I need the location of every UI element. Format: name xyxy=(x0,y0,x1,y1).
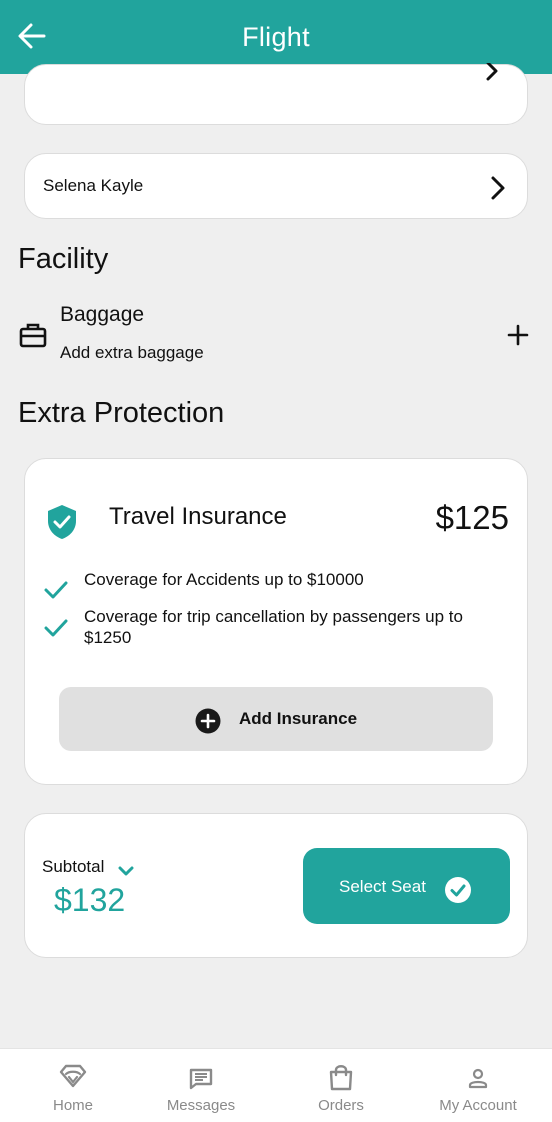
nav-account-label: My Account xyxy=(439,1097,517,1114)
nav-messages[interactable]: Messages xyxy=(146,1049,256,1122)
nav-home[interactable]: Home xyxy=(18,1049,128,1122)
chevron-right-icon xyxy=(491,176,505,200)
previous-card[interactable] xyxy=(24,63,528,125)
coverage-text: Coverage for trip cancellation by passen… xyxy=(84,607,463,647)
check-icon xyxy=(44,581,68,599)
insurance-title: Travel Insurance xyxy=(109,503,287,530)
add-insurance-label: Add Insurance xyxy=(238,709,358,728)
flight-booking-screen: Flight Selena Kayle Facility Baggage Add… xyxy=(0,0,552,1122)
bottom-navigation: Home Messages Orders My Account xyxy=(0,1048,552,1122)
chevron-down-icon[interactable] xyxy=(115,860,137,882)
select-seat-button[interactable]: Select Seat xyxy=(303,848,510,924)
account-icon xyxy=(468,1068,488,1089)
orders-bag-icon xyxy=(329,1065,353,1091)
passenger-name: Selena Kayle xyxy=(43,176,144,195)
messages-icon xyxy=(189,1068,213,1090)
baggage-title: Baggage xyxy=(60,303,145,326)
travel-insurance-card: Travel Insurance $125 Coverage for Accid… xyxy=(24,458,528,785)
extra-protection-section-title: Extra Protection xyxy=(18,397,225,429)
passenger-card[interactable]: Selena Kayle xyxy=(24,153,528,219)
briefcase-icon xyxy=(19,323,47,348)
subtotal-card: Subtotal $132 Select Seat xyxy=(24,813,528,958)
select-seat-label: Select Seat xyxy=(339,877,426,896)
plus-circle-icon xyxy=(195,708,221,734)
nav-home-label: Home xyxy=(52,1097,93,1114)
shield-check-icon xyxy=(48,505,76,539)
baggage-row: Baggage Add extra baggage xyxy=(0,295,552,375)
facility-section-title: Facility xyxy=(18,243,109,275)
coverage-text: Coverage for Accidents up to $10000 xyxy=(84,570,364,589)
page-title: Flight xyxy=(242,21,310,52)
chevron-right-icon xyxy=(486,63,498,81)
home-icon xyxy=(59,1064,87,1088)
add-baggage-button[interactable] xyxy=(504,321,532,349)
baggage-subtitle: Add extra baggage xyxy=(60,343,204,362)
subtotal-amount: $132 xyxy=(54,882,126,918)
nav-orders-label: Orders xyxy=(318,1097,364,1114)
app-header: Flight xyxy=(0,0,552,74)
check-icon xyxy=(44,619,68,637)
nav-orders[interactable]: Orders xyxy=(286,1049,396,1122)
nav-messages-label: Messages xyxy=(166,1097,236,1114)
add-insurance-button[interactable]: Add Insurance xyxy=(59,687,493,751)
insurance-price: $125 xyxy=(435,499,509,536)
subtotal-label: Subtotal xyxy=(42,857,105,876)
arrow-left-icon xyxy=(18,23,46,49)
check-circle-icon xyxy=(445,877,471,903)
nav-my-account[interactable]: My Account xyxy=(423,1049,533,1122)
back-button[interactable] xyxy=(14,18,50,54)
